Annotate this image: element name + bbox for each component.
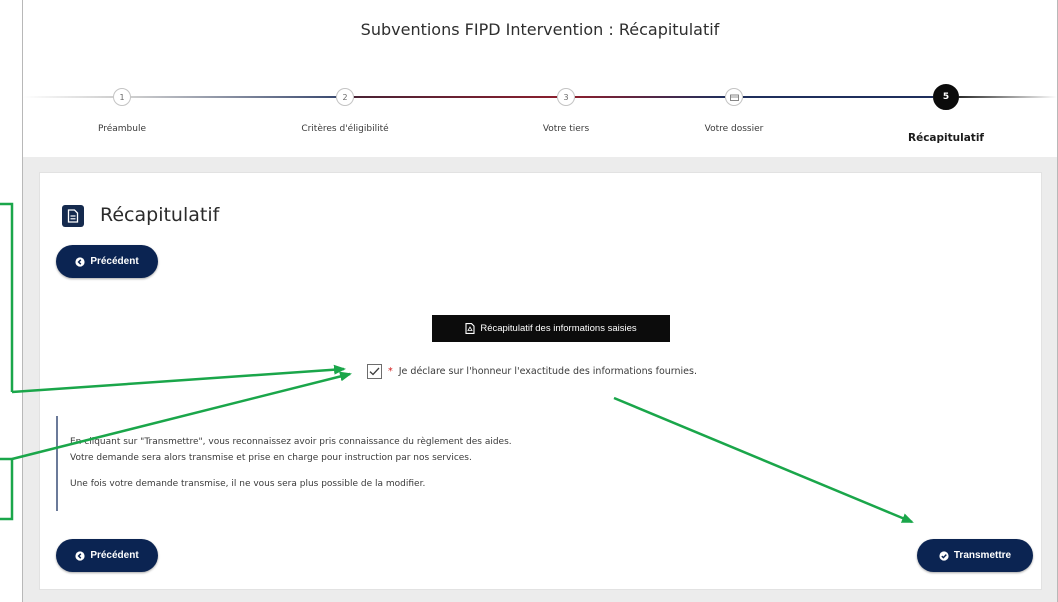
arrow-left-circle-icon — [75, 550, 85, 561]
declaration-label: Je déclare sur l'honneur l'exactitude de… — [398, 365, 697, 377]
folder-icon — [729, 94, 739, 101]
progress-stepper: 1 2 3 5 Préambule Critères d'éligibilité… — [23, 80, 1057, 157]
summary-pdf-label: Récapitulatif des informations saisies — [480, 323, 637, 334]
notice-line-3: Une fois votre demande transmise, il ne … — [70, 479, 426, 489]
page-title: Subventions FIPD Intervention : Récapitu… — [360, 20, 720, 39]
page-frame: Subventions FIPD Intervention : Récapitu… — [22, 0, 1058, 602]
stepper-line — [743, 96, 933, 98]
declaration-checkbox[interactable] — [367, 363, 382, 379]
page-header: Subventions FIPD Intervention : Récapitu… — [23, 0, 1057, 157]
step-4-marker[interactable] — [725, 88, 743, 106]
app-root: Subventions FIPD Intervention : Récapitu… — [0, 0, 1058, 602]
stepper-line — [354, 96, 557, 98]
submit-button-label: Transmettre — [953, 550, 1012, 561]
check-circle-icon — [939, 550, 949, 561]
annotation-bracket-bottom — [0, 457, 14, 521]
stepper-line — [131, 96, 336, 98]
arrow-left-circle-icon — [75, 256, 85, 267]
step-4-label: Votre dossier — [704, 124, 764, 134]
step-5-label: Récapitulatif — [908, 132, 984, 144]
checkmark-icon — [369, 367, 380, 375]
step-3-label: Votre tiers — [542, 124, 590, 134]
section-title: Récapitulatif — [100, 204, 220, 226]
previous-button-bottom[interactable]: Précédent — [56, 539, 158, 572]
step-3-marker[interactable]: 3 — [557, 88, 575, 106]
step-1-marker[interactable]: 1 — [113, 88, 131, 106]
step-2-marker[interactable]: 2 — [336, 88, 354, 106]
notice-line-2: Votre demande sera alors transmise et pr… — [70, 453, 472, 463]
submit-button[interactable]: Transmettre — [917, 539, 1033, 572]
stepper-line — [575, 96, 725, 98]
previous-button-top[interactable]: Précédent — [56, 245, 158, 278]
stepper-line — [959, 96, 1057, 98]
annotation-bracket-top — [0, 202, 14, 392]
stepper-line — [23, 96, 113, 98]
summary-pdf-button[interactable]: Récapitulatif des informations saisies — [432, 315, 670, 342]
step-1-label: Préambule — [97, 124, 147, 134]
required-asterisk: * — [388, 365, 393, 377]
document-icon — [62, 205, 84, 227]
declaration-row: * Je déclare sur l'honneur l'exactitude … — [367, 361, 697, 381]
previous-button-label: Précédent — [90, 550, 139, 561]
previous-button-label: Précédent — [90, 256, 139, 267]
step-5-marker[interactable]: 5 — [933, 84, 959, 110]
notice-line-1: En cliquant sur "Transmettre", vous reco… — [70, 437, 512, 447]
step-2-label: Critères d'éligibilité — [301, 124, 389, 134]
submission-notice: En cliquant sur "Transmettre", vous reco… — [56, 416, 1026, 511]
pdf-icon — [465, 323, 475, 334]
summary-card: Récapitulatif Précédent Récapitulatif de… — [39, 172, 1042, 590]
